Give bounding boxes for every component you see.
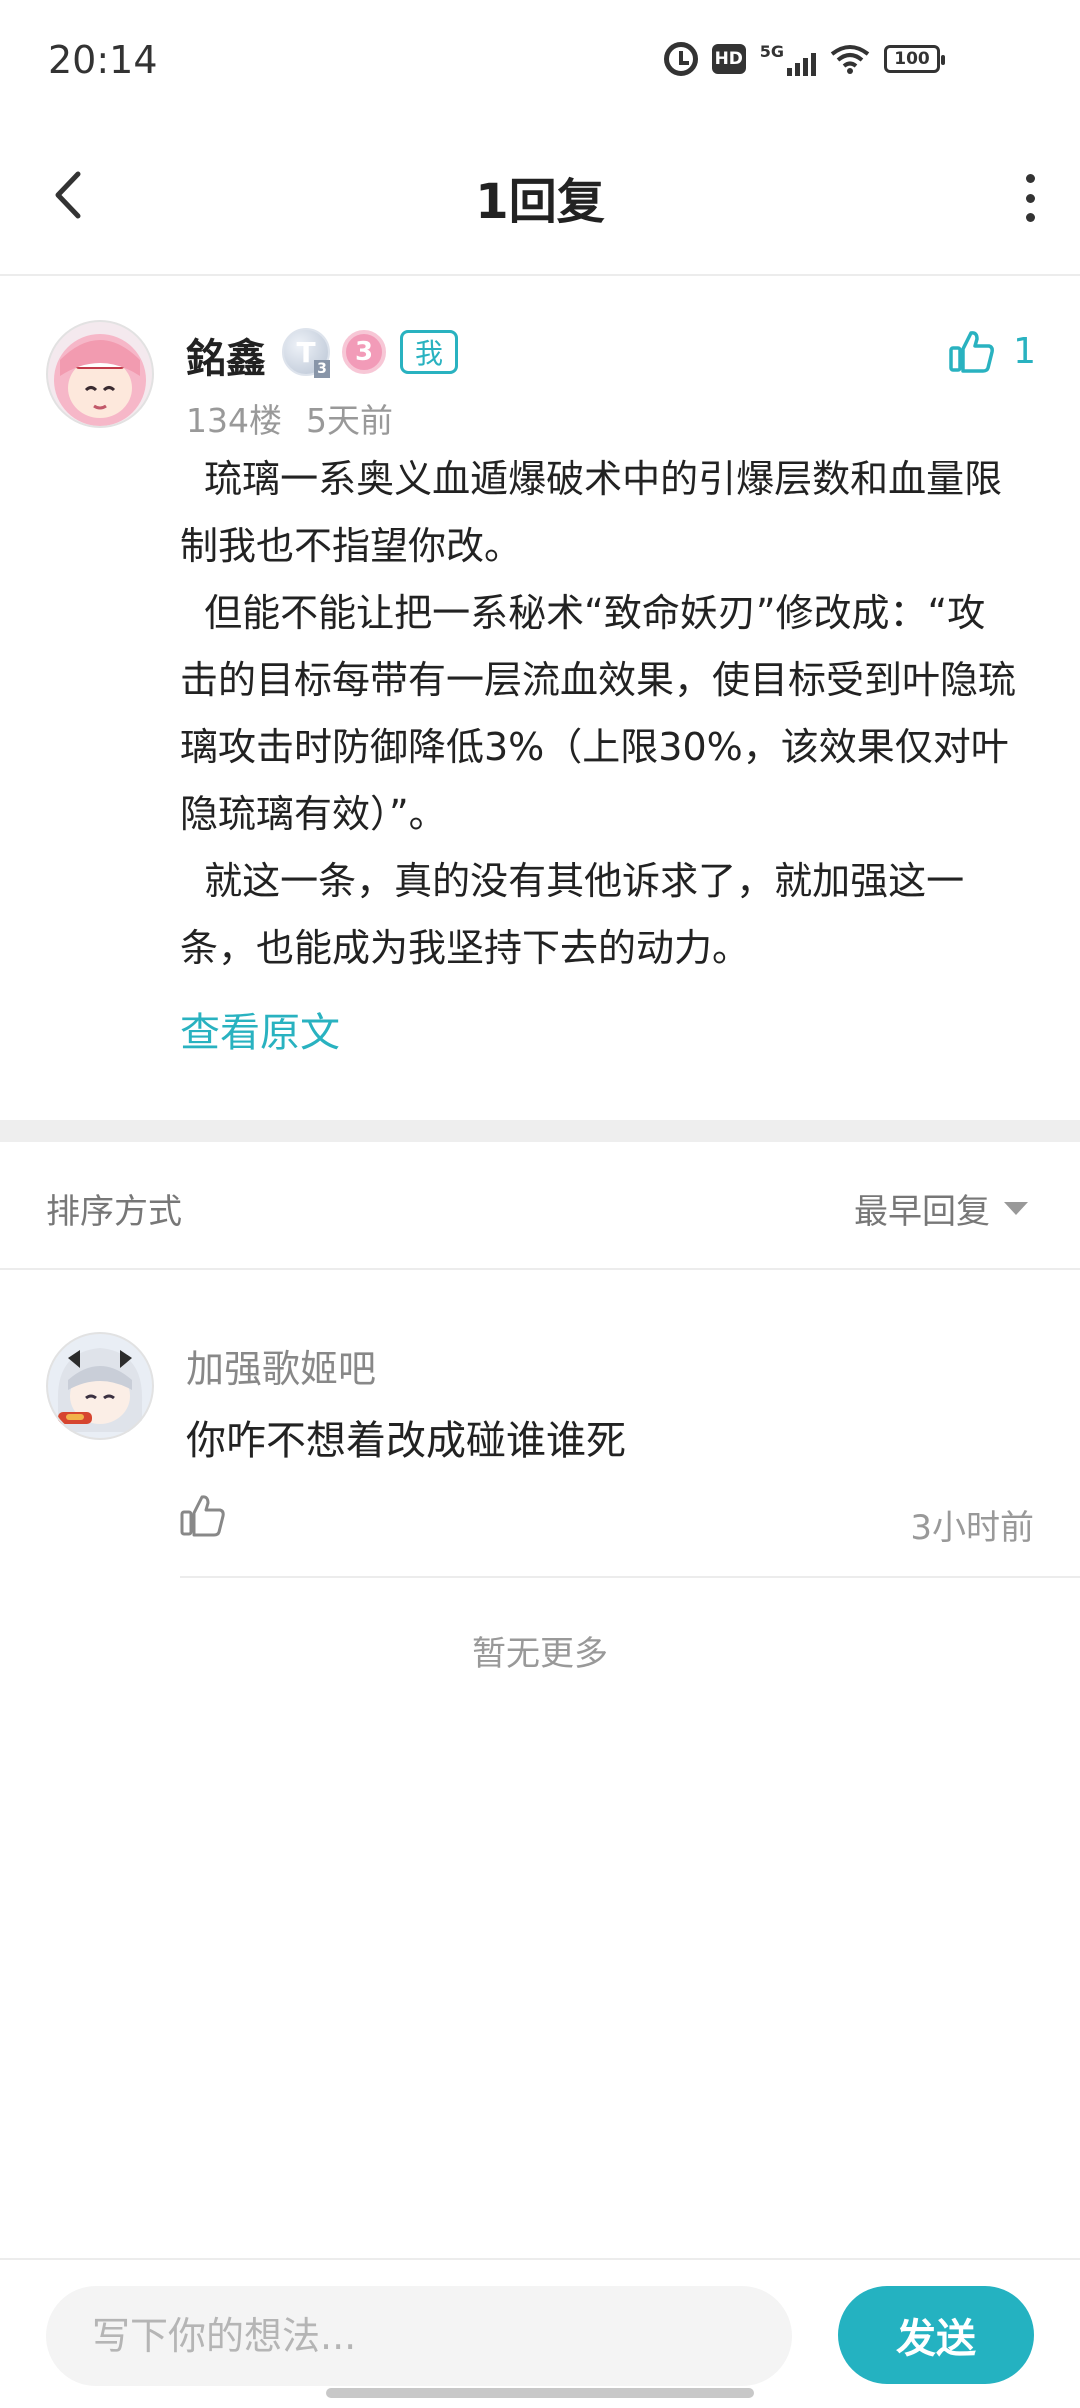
post-content: 琉璃一系奥义血遁爆破术中的引爆层数和血量限制我也不指望你改。 但能不能让把一系秘… (180, 446, 1020, 982)
send-button[interactable]: 发送 (838, 2286, 1034, 2384)
comment-input[interactable] (46, 2286, 792, 2386)
no-more-label: 暂无更多 (472, 1634, 608, 1674)
battery-icon: 100 (884, 45, 945, 73)
status-bar: 20:14 HD 5G 100 (0, 0, 1080, 120)
sort-selected-value: 最早回复 (854, 1192, 990, 1232)
reply-divider (180, 1576, 1080, 1578)
sort-bar: 排序方式 最早回复 (0, 1142, 1080, 1270)
level-badge: T 3 (282, 328, 330, 378)
page-title: 1回复 (475, 174, 605, 230)
more-dots-icon (1025, 174, 1035, 183)
post-like-count: 1 (1013, 330, 1036, 372)
section-divider (0, 1120, 1080, 1142)
reply-author-name[interactable]: 加强歌姬吧 (186, 1338, 376, 1393)
sort-dropdown[interactable]: 最早回复 (854, 1184, 1028, 1233)
post-like-button[interactable]: 1 (949, 328, 1036, 374)
thumbs-up-icon (949, 331, 995, 373)
post-meta: 134楼 5天前 (186, 394, 393, 442)
network-type-label: 5G (759, 42, 784, 61)
view-original-link[interactable]: 查看原文 (180, 1000, 340, 1058)
fan-badge: 3 (342, 330, 386, 374)
reply-time: 3小时前 (910, 1508, 1034, 1548)
post-time: 5天前 (306, 401, 393, 440)
signal-icon: 5G (760, 42, 816, 76)
post-paragraph: 就这一条，真的没有其他诉求了，就加强这一条，也能成为我坚持下去的动力。 (180, 859, 965, 970)
reply-thumbs-up-icon[interactable] (180, 1492, 226, 1538)
me-tag: 我 (400, 330, 458, 374)
wifi-icon (830, 45, 870, 74)
top-nav-bar: 1回复 (0, 120, 1080, 276)
home-indicator[interactable] (326, 2388, 754, 2398)
reply-content: 你咋不想着改成碰谁谁死 (186, 1418, 626, 1464)
sort-label: 排序方式 (46, 1192, 182, 1232)
alarm-icon (663, 42, 698, 76)
comment-composer: 发送 (0, 2258, 1080, 2408)
reply-author-avatar[interactable] (46, 1332, 154, 1440)
post-paragraph: 琉璃一系奥义血遁爆破术中的引爆层数和血量限制我也不指望你改。 (180, 457, 1003, 568)
more-options-button[interactable] (1008, 168, 1052, 228)
post-author-avatar[interactable] (46, 320, 154, 428)
reply-item: 加强歌姬吧 你咋不想着改成碰谁谁死 3小时前 (0, 1272, 1080, 1578)
level-badge-letter: T (296, 335, 316, 369)
anime-avatar-image (46, 1332, 154, 1440)
anime-avatar-image (46, 320, 154, 428)
post-author-name[interactable]: 銘鑫 (186, 326, 266, 384)
status-time: 20:14 (48, 38, 158, 82)
caret-down-icon (1004, 1202, 1028, 1215)
hd-icon: HD (711, 44, 746, 74)
main-post: 銘鑫 T 3 3 我 1 134楼 5天前 琉璃一系奥义血遁爆破术中的引爆层数和血… (0, 278, 1080, 1120)
post-paragraph: 但能不能让把一系秘术“致命妖刃”修改成：“攻击的目标每带有一层流血效果，使目标受… (180, 591, 1017, 836)
floor-number: 134楼 (186, 401, 282, 440)
level-badge-number: 3 (314, 360, 330, 378)
status-icons: HD 5G 100 (663, 42, 945, 76)
